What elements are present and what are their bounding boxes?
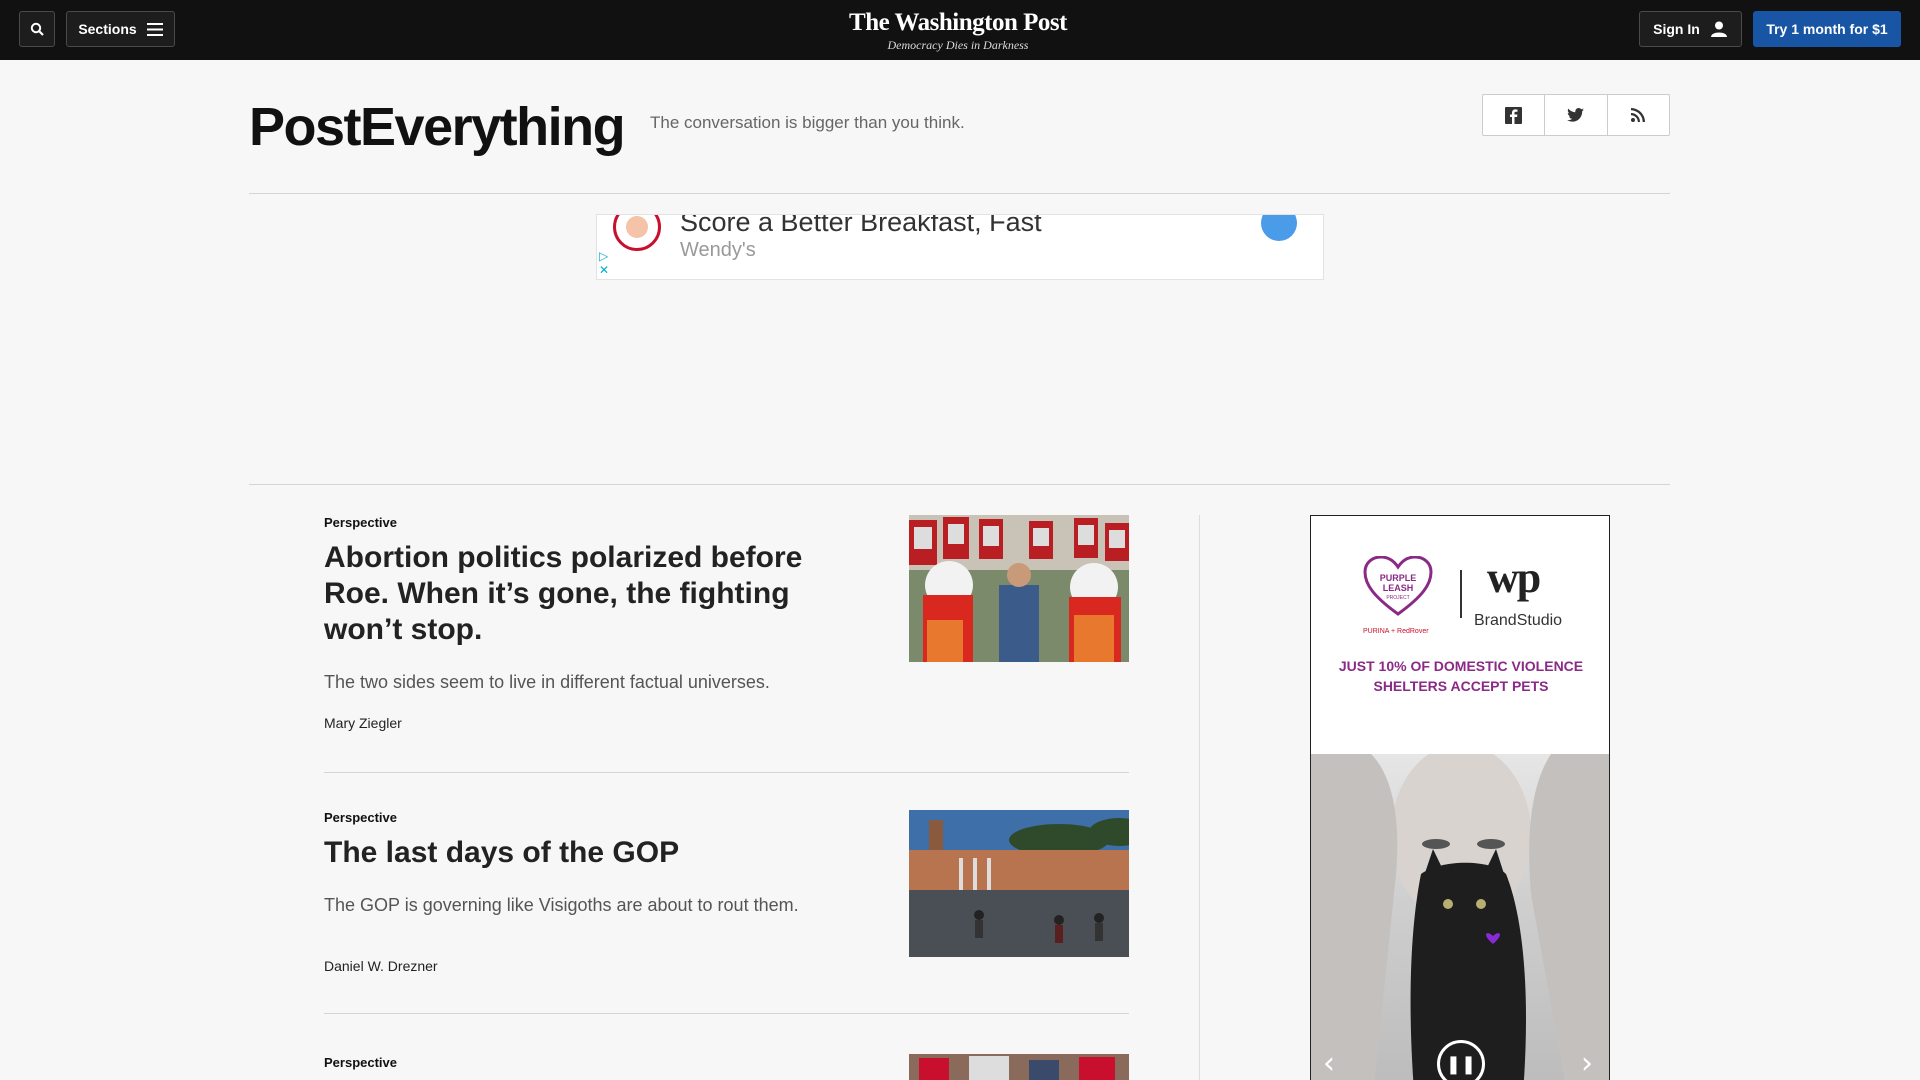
carousel-next-icon[interactable]: ›	[1581, 1046, 1593, 1080]
article-divider	[324, 772, 1129, 773]
article-byline[interactable]: Daniel W. Drezner	[324, 958, 1129, 974]
column-divider	[1199, 515, 1200, 1080]
sidebar-ad[interactable]: PURPLE LEASH PROJECT wp BrandStudio PURI…	[1310, 515, 1610, 1080]
hamburger-icon	[146, 22, 163, 36]
share-buttons	[1482, 94, 1670, 136]
facebook-share-button[interactable]	[1483, 95, 1546, 135]
pause-icon[interactable]: ❚❚	[1437, 1040, 1485, 1080]
svg-text:LEASH: LEASH	[1383, 583, 1414, 593]
carousel-prev-icon[interactable]: ‹	[1323, 1046, 1335, 1080]
article-thumbnail[interactable]	[909, 1054, 1129, 1080]
sections-label: Sections	[78, 21, 137, 37]
protest-photo	[909, 515, 1129, 662]
adchoices-icon[interactable]: ▷ ✕	[599, 249, 609, 277]
ruins-photo	[909, 810, 1129, 957]
sign-in-button[interactable]: Sign In	[1639, 11, 1742, 47]
search-button[interactable]	[19, 11, 55, 47]
masthead-logo[interactable]: The Washington Post Democracy Dies in Da…	[810, 8, 1106, 52]
sign-in-label: Sign In	[1653, 21, 1700, 37]
article-thumbnail[interactable]	[909, 515, 1129, 662]
ad-brand-row: PURPLE LEASH PROJECT wp BrandStudio PURI…	[1311, 553, 1609, 636]
purple-leash-logo: PURPLE LEASH PROJECT	[1363, 556, 1433, 616]
ad-headline: Score a Better Breakfast, Fast	[680, 214, 1042, 237]
ad-arrow-icon[interactable]	[1261, 215, 1297, 241]
ad-divider	[249, 484, 1670, 485]
top-nav: Sections The Washington Post Democracy D…	[0, 0, 1920, 60]
wendys-logo	[613, 215, 661, 251]
ad-partners: PURINA + RedRover	[1363, 628, 1429, 635]
article-byline[interactable]: Mary Ziegler	[324, 715, 1129, 731]
twitter-icon	[1567, 108, 1585, 122]
rss-button[interactable]	[1608, 95, 1669, 135]
ad-logo-divider	[1460, 570, 1462, 618]
svg-text:PROJECT: PROJECT	[1386, 595, 1409, 601]
crowd-photo	[909, 1054, 1129, 1080]
article-blurb: The two sides seem to live in different …	[324, 672, 770, 692]
masthead-title: The Washington Post	[849, 9, 1067, 36]
twitter-share-button[interactable]	[1545, 95, 1608, 135]
article-thumbnail[interactable]	[909, 810, 1129, 957]
page-tagline: The conversation is bigger than you thin…	[650, 113, 965, 132]
subscribe-trial-button[interactable]: Try 1 month for $1	[1753, 11, 1901, 47]
woman-with-cat-photo	[1311, 744, 1609, 1080]
top-ad-banner[interactable]: Score a Better Breakfast, Fast Wendy's ▷…	[596, 214, 1324, 280]
trial-label: Try 1 month for $1	[1766, 21, 1888, 37]
page-title: PostEverything	[249, 97, 626, 157]
facebook-icon	[1505, 106, 1523, 124]
article-divider	[324, 1013, 1129, 1014]
ad-photo	[1311, 744, 1609, 1080]
sections-button[interactable]: Sections	[66, 11, 175, 47]
brandstudio-label: BrandStudio	[1474, 612, 1563, 629]
svg-text:PURPLE: PURPLE	[1380, 573, 1417, 583]
ad-brand: Wendy's	[680, 239, 756, 261]
ad-message: JUST 10% OF DOMESTIC VIOLENCE SHELTERS A…	[1338, 658, 1584, 694]
user-icon	[1710, 21, 1727, 37]
search-icon	[30, 22, 44, 36]
article-headline[interactable]: The last days of the GOP	[324, 835, 854, 871]
wp-logo: wp	[1487, 553, 1541, 602]
header-divider	[249, 193, 1670, 194]
masthead-tagline: Democracy Dies in Darkness	[887, 38, 1029, 52]
article-headline[interactable]: Abortion politics polarized before Roe. …	[324, 540, 854, 648]
rss-icon	[1631, 108, 1646, 122]
article-blurb: The GOP is governing like Visigoths are …	[324, 895, 799, 915]
